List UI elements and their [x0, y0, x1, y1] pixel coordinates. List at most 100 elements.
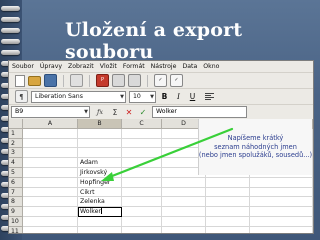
accept-icon[interactable]: ✓ — [138, 108, 148, 117]
cell[interactable] — [23, 167, 78, 178]
cell[interactable] — [23, 207, 78, 217]
cancel-icon[interactable]: ✕ — [124, 108, 134, 117]
cell[interactable] — [250, 197, 313, 208]
cell[interactable] — [250, 216, 313, 227]
print-preview-icon[interactable] — [128, 74, 141, 87]
cell[interactable] — [122, 128, 162, 139]
cell[interactable] — [122, 207, 162, 217]
italic-button[interactable]: I — [173, 91, 184, 102]
cell[interactable]: Cikrt — [78, 187, 122, 198]
cell[interactable] — [23, 216, 78, 227]
active-cell[interactable]: Wolker — [78, 207, 122, 217]
font-name-select[interactable]: Liberation Sans ▼ — [31, 90, 126, 103]
styles-icon[interactable]: ¶ — [15, 90, 28, 103]
row-header[interactable]: 9 — [9, 207, 23, 217]
print-icon[interactable] — [112, 74, 125, 87]
select-all-corner[interactable] — [9, 119, 23, 129]
cell[interactable] — [206, 207, 250, 217]
edit-file-icon[interactable] — [70, 74, 83, 87]
cell[interactable] — [206, 197, 250, 208]
autospellcheck-icon[interactable]: ✓ — [170, 74, 183, 87]
cell[interactable] — [206, 216, 250, 227]
menu-data[interactable]: Data — [182, 63, 197, 70]
align-left-icon[interactable] — [205, 92, 214, 101]
menu-file[interactable]: Soubor — [12, 63, 34, 70]
function-wizard-icon[interactable]: ƒx — [94, 108, 106, 116]
cell[interactable] — [23, 128, 78, 139]
cell[interactable] — [250, 226, 313, 233]
row-header[interactable]: 2 — [9, 138, 23, 149]
column-header[interactable]: C — [122, 119, 162, 129]
menu-insert[interactable]: Vložit — [100, 63, 117, 70]
cell[interactable] — [162, 226, 206, 233]
new-document-icon[interactable] — [15, 74, 25, 87]
cell[interactable] — [122, 226, 162, 233]
export-pdf-icon[interactable]: P — [96, 74, 109, 87]
column-header[interactable]: A — [23, 119, 78, 129]
cell[interactable] — [23, 138, 78, 149]
cell[interactable] — [206, 226, 250, 233]
menu-view[interactable]: Zobrazit — [68, 63, 94, 70]
cell[interactable] — [23, 177, 78, 188]
menu-window[interactable]: Okno — [203, 63, 219, 70]
cell[interactable] — [122, 158, 162, 168]
cell[interactable] — [23, 197, 78, 208]
row-header[interactable]: 6 — [9, 177, 23, 188]
cell[interactable] — [162, 216, 206, 227]
cell[interactable] — [78, 128, 122, 139]
bold-button[interactable]: B — [159, 91, 170, 102]
row-header[interactable]: 1 — [9, 128, 23, 139]
row-header[interactable]: 4 — [9, 158, 23, 168]
formula-input[interactable]: Wolker — [152, 106, 247, 118]
cell[interactable]: Zelenka — [78, 197, 122, 208]
cell[interactable]: Hopfinger — [78, 177, 122, 188]
table-row: 10 — [9, 216, 313, 227]
open-folder-icon[interactable] — [28, 75, 41, 86]
cell[interactable] — [206, 187, 250, 198]
sum-icon[interactable]: Σ — [110, 108, 120, 117]
cell[interactable] — [78, 138, 122, 149]
cell[interactable] — [78, 216, 122, 227]
cell[interactable] — [23, 148, 78, 159]
cell[interactable] — [122, 197, 162, 208]
column-header[interactable]: B — [78, 119, 122, 129]
row-header[interactable]: 10 — [9, 216, 23, 227]
row-header[interactable]: 8 — [9, 197, 23, 208]
menu-format[interactable]: Formát — [123, 63, 145, 70]
underline-button[interactable]: U — [187, 91, 198, 102]
name-box[interactable]: B9 ▼ — [11, 106, 90, 118]
cell[interactable] — [78, 226, 122, 233]
cell[interactable] — [78, 148, 122, 159]
cell[interactable] — [122, 148, 162, 159]
cell[interactable] — [162, 207, 206, 217]
cell[interactable] — [23, 226, 78, 233]
row-header[interactable]: 5 — [9, 167, 23, 178]
cell[interactable] — [250, 177, 313, 188]
table-row: 8 Zelenka — [9, 197, 313, 208]
active-cell-text: Wolker — [80, 208, 101, 216]
menu-edit[interactable]: Úpravy — [40, 63, 62, 70]
cell[interactable] — [162, 187, 206, 198]
cell[interactable] — [122, 167, 162, 178]
save-icon[interactable] — [44, 74, 57, 87]
font-size-select[interactable]: 10 ▼ — [129, 90, 156, 103]
row-header[interactable]: 11 — [9, 226, 23, 233]
cell[interactable] — [250, 207, 313, 217]
cell[interactable]: Adam — [78, 158, 122, 168]
cell[interactable] — [206, 177, 250, 188]
cell[interactable]: Jirkovský — [78, 167, 122, 178]
cell[interactable] — [23, 187, 78, 198]
cell[interactable] — [122, 177, 162, 188]
cell[interactable] — [23, 158, 78, 168]
menu-tools[interactable]: Nástroje — [151, 63, 177, 70]
cell[interactable] — [162, 197, 206, 208]
cell[interactable] — [250, 187, 313, 198]
input-line: B9 ▼ ƒx Σ ✕ ✓ Wolker — [9, 105, 313, 120]
row-header[interactable]: 7 — [9, 187, 23, 198]
row-header[interactable]: 3 — [9, 148, 23, 159]
cell[interactable] — [122, 187, 162, 198]
cell[interactable] — [122, 216, 162, 227]
spellcheck-icon[interactable]: ✓ — [154, 74, 167, 87]
cell[interactable] — [122, 138, 162, 149]
cell[interactable] — [162, 177, 206, 188]
